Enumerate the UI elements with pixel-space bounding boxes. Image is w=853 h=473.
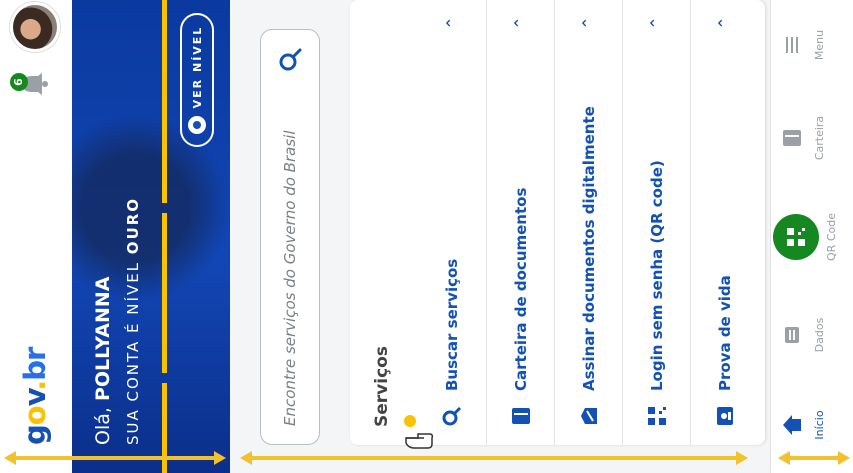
service-item-prova-vida[interactable]: Prova de vida ⌃ [690,0,758,445]
chevron-up-icon[interactable]: ⌃ [715,14,734,32]
id-card-icon [714,405,736,427]
hero-stripe [162,213,167,373]
arrow-head-left [4,451,16,465]
signature-icon [578,405,600,427]
arrow-head-left [240,451,252,465]
search-input[interactable]: Encontre serviços do Governo do Brasil [260,29,320,445]
services-card: Serviços Buscar serviços ⌃ Carteira de d… [350,0,765,445]
hero-level-text: SUA CONTA É NÍVEL OURO [124,196,142,445]
service-label: Buscar serviços [443,258,461,391]
service-item-login-qr[interactable]: Login sem senha (QR code) ⌃ [622,0,690,445]
nav-item-qr-code[interactable]: QR Code [773,197,838,277]
arrow-head-right [214,451,226,465]
data-icon [785,327,799,343]
hero-stripe [162,0,167,203]
wallet-icon [510,405,532,427]
service-item-assinar[interactable]: Assinar documentos digitalmente ⌃ [554,0,622,445]
search-icon[interactable] [278,48,302,72]
service-label: Prova de vida [715,275,734,391]
nav-label: Início [813,410,826,440]
view-level-label: VER NÍVEL [190,25,204,109]
nav-label: Menu [813,29,826,61]
annotation-arrow [788,456,840,460]
arrow-head-left [778,451,790,465]
annotation-arrow [14,456,214,460]
home-icon [783,415,801,435]
qr-code-icon [646,405,668,427]
hero-banner: Olá, POLLYANNA SUA CONTA É NÍVEL OURO VE… [72,0,230,473]
nav-item-dados[interactable]: Dados [781,295,826,375]
service-label: Carteira de documentos [511,187,530,391]
hero-greeting: Olá, POLLYANNA [92,276,114,445]
search-placeholder: Encontre serviços do Governo do Brasil [281,130,299,426]
service-label: Assinar documentos digitalmente [579,106,598,391]
nav-item-carteira[interactable]: Carteira [781,98,826,178]
annotation-arrow [250,456,738,460]
nav-label: Dados [813,317,826,353]
chevron-up-icon[interactable]: ⌃ [647,14,666,32]
services-title: Serviços [372,346,392,427]
bottom-nav: Início Dados QR Code Carteira Menu [770,0,853,473]
menu-icon [786,37,798,53]
eye-icon [188,116,206,135]
chevron-up-icon[interactable]: ⌃ [443,14,462,32]
gov-br-logo[interactable]: gov.br [18,348,52,445]
top-bar: gov.br 6 [0,0,72,473]
avatar[interactable] [10,2,60,52]
service-item-carteira[interactable]: Carteira de documentos ⌃ [486,0,554,445]
service-item-buscar[interactable]: Buscar serviços ⌃ [418,0,486,445]
nav-label: QR Code [825,213,838,261]
view-level-button[interactable]: VER NÍVEL [180,13,214,147]
service-label: Login sem senha (QR code) [647,160,666,391]
notification-badge: 6 [10,73,28,91]
arrow-head-right [838,451,850,465]
chevron-up-icon[interactable]: ⌃ [511,14,530,32]
wallet-icon [783,130,801,146]
app-screen: gov.br 6 Olá, POLLYANNA SUA CONTA É NÍVE… [0,0,853,473]
search-icon [441,405,463,427]
nav-item-menu[interactable]: Menu [781,5,826,85]
nav-label: Carteira [813,115,826,161]
hand-cursor-icon [405,433,434,449]
qr-code-icon [773,214,819,260]
chevron-up-icon[interactable]: ⌃ [579,14,598,32]
arrow-head-right [736,451,748,465]
